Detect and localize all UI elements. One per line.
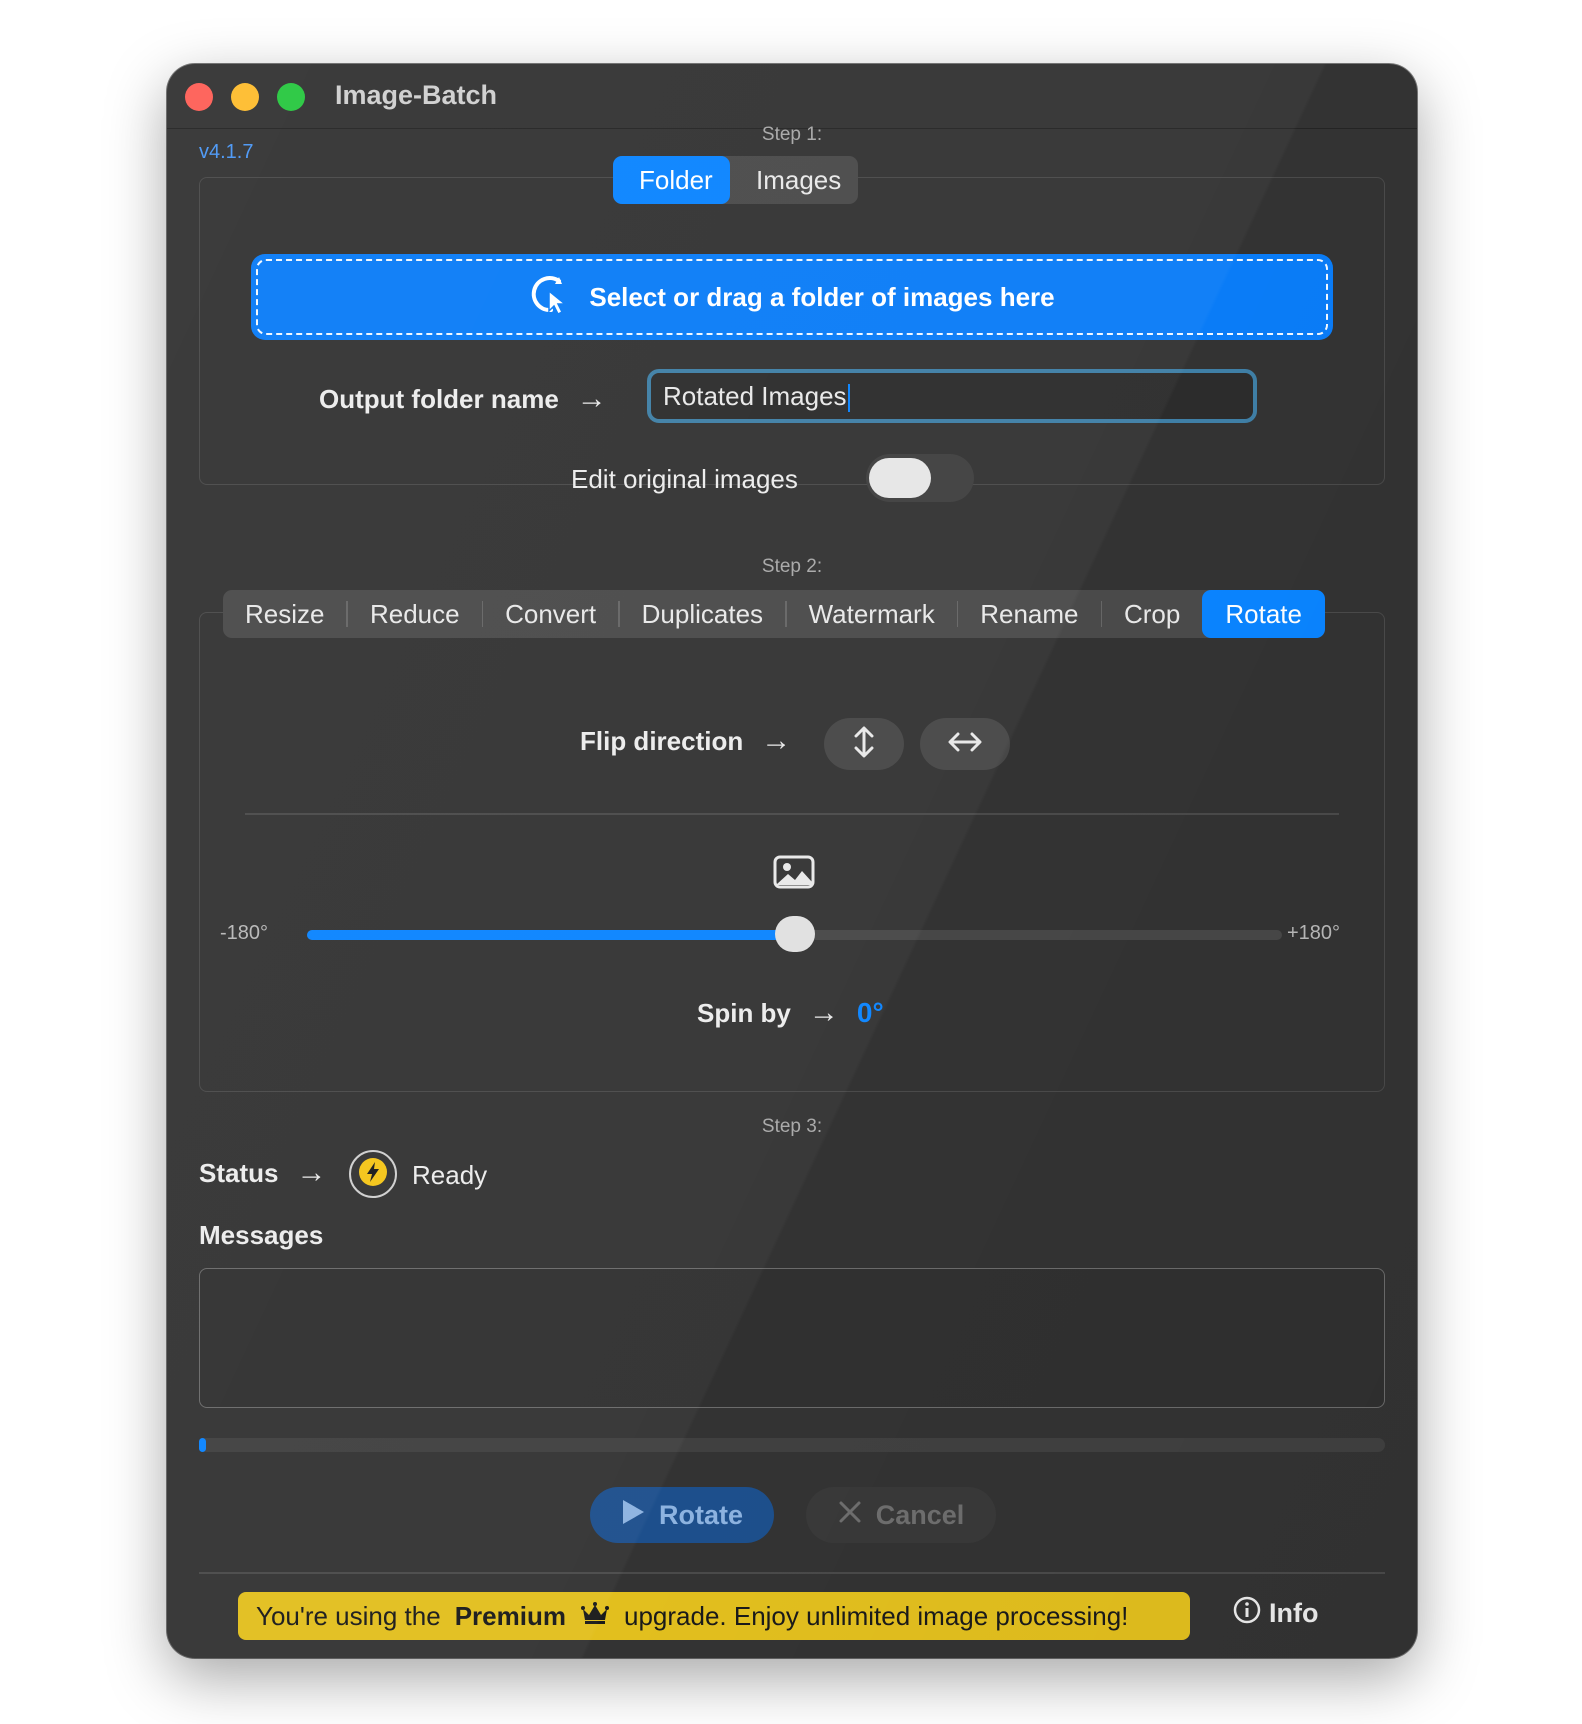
window-title: Image-Batch [335, 80, 498, 110]
spin-value: 0° [856, 997, 884, 1028]
flip-vertical-button[interactable] [824, 718, 904, 770]
app-window: Image-Batch v4.1.7 Step 1: Folder Images… [167, 64, 1417, 1658]
flip-horizontal-button[interactable] [920, 718, 1010, 770]
output-folder-label: Output folder name [319, 383, 559, 414]
rotate-button[interactable]: Rotate [590, 1487, 774, 1543]
footer-divider [199, 1572, 1385, 1574]
cancel-button[interactable]: Cancel [806, 1487, 996, 1543]
spin-slider-fill [307, 930, 795, 940]
spin-slider-knob[interactable] [774, 916, 815, 952]
spin-by-label: Spin by [697, 997, 791, 1028]
tab-watermark[interactable]: Watermark [787, 590, 957, 638]
premium-suffix: upgrade. Enjoy unlimited image processin… [623, 1600, 1129, 1631]
close-icon [838, 1500, 862, 1531]
rotate-button-label: Rotate [658, 1499, 743, 1530]
toggle-knob [869, 458, 931, 498]
close-window-button[interactable] [185, 83, 213, 111]
title-bar: Image-Batch [167, 64, 1417, 129]
flip-vertical-icon [851, 726, 877, 763]
tab-rename[interactable]: Rename [958, 590, 1100, 638]
slider-max-label: +180° [1287, 922, 1341, 944]
output-folder-input[interactable]: Rotated Images [647, 369, 1257, 423]
tab-resize[interactable]: Resize [223, 590, 346, 638]
messages-label: Messages [199, 1220, 324, 1250]
cancel-button-label: Cancel [875, 1499, 965, 1530]
tab-crop[interactable]: Crop [1102, 590, 1202, 638]
arrow-right-icon: → [761, 724, 792, 757]
info-button[interactable]: Info [1233, 1596, 1318, 1631]
tab-folder[interactable]: Folder [613, 156, 730, 204]
operation-tabs: Resize Reduce Convert Duplicates Waterma… [223, 590, 1325, 638]
tab-reduce[interactable]: Reduce [348, 590, 482, 638]
text-caret [847, 384, 850, 413]
spin-slider-track[interactable] [307, 916, 1282, 952]
info-icon [1233, 1596, 1261, 1631]
bolt-icon [358, 1157, 388, 1192]
source-tabs: Folder Images [613, 156, 858, 204]
status-label: Status [199, 1157, 279, 1188]
progress-bar [199, 1438, 1385, 1452]
status-indicator [349, 1150, 397, 1198]
tab-rotate[interactable]: Rotate [1202, 590, 1325, 638]
step3-label: Step 3: [761, 1116, 823, 1137]
flip-direction-label: Flip direction [580, 725, 744, 756]
zoom-window-button[interactable] [277, 83, 305, 111]
step2-label: Step 2: [761, 556, 823, 577]
info-label: Info [1269, 1598, 1319, 1628]
step1-label: Step 1: [761, 124, 823, 145]
select-pointer-icon [529, 273, 571, 322]
tab-convert[interactable]: Convert [483, 590, 618, 638]
progress-fill [199, 1438, 207, 1452]
output-folder-value: Rotated Images [663, 381, 847, 411]
tab-images[interactable]: Images [730, 156, 858, 204]
dropzone-text: Select or drag a folder of images here [589, 281, 1055, 312]
arrow-right-icon: → [296, 1156, 327, 1189]
minimize-window-button[interactable] [231, 83, 259, 111]
messages-box[interactable] [199, 1268, 1385, 1408]
crown-icon [580, 1601, 610, 1632]
premium-prefix: You're using the [256, 1600, 441, 1631]
folder-dropzone[interactable]: Select or drag a folder of images here [251, 254, 1333, 340]
arrow-right-icon: → [576, 382, 607, 415]
tab-duplicates[interactable]: Duplicates [620, 590, 785, 638]
photo-icon [773, 855, 815, 894]
premium-banner: You're using the Premium upgrade. Enjoy … [238, 1592, 1190, 1640]
slider-min-label: -180° [220, 922, 269, 944]
edit-original-label: Edit original images [571, 464, 798, 494]
section-divider [245, 813, 1339, 815]
play-icon [621, 1499, 645, 1532]
flip-horizontal-icon [948, 730, 982, 759]
premium-word: Premium [454, 1600, 566, 1631]
arrow-right-icon: → [808, 996, 839, 1029]
edit-original-toggle[interactable] [866, 454, 974, 502]
status-value: Ready [412, 1160, 488, 1190]
